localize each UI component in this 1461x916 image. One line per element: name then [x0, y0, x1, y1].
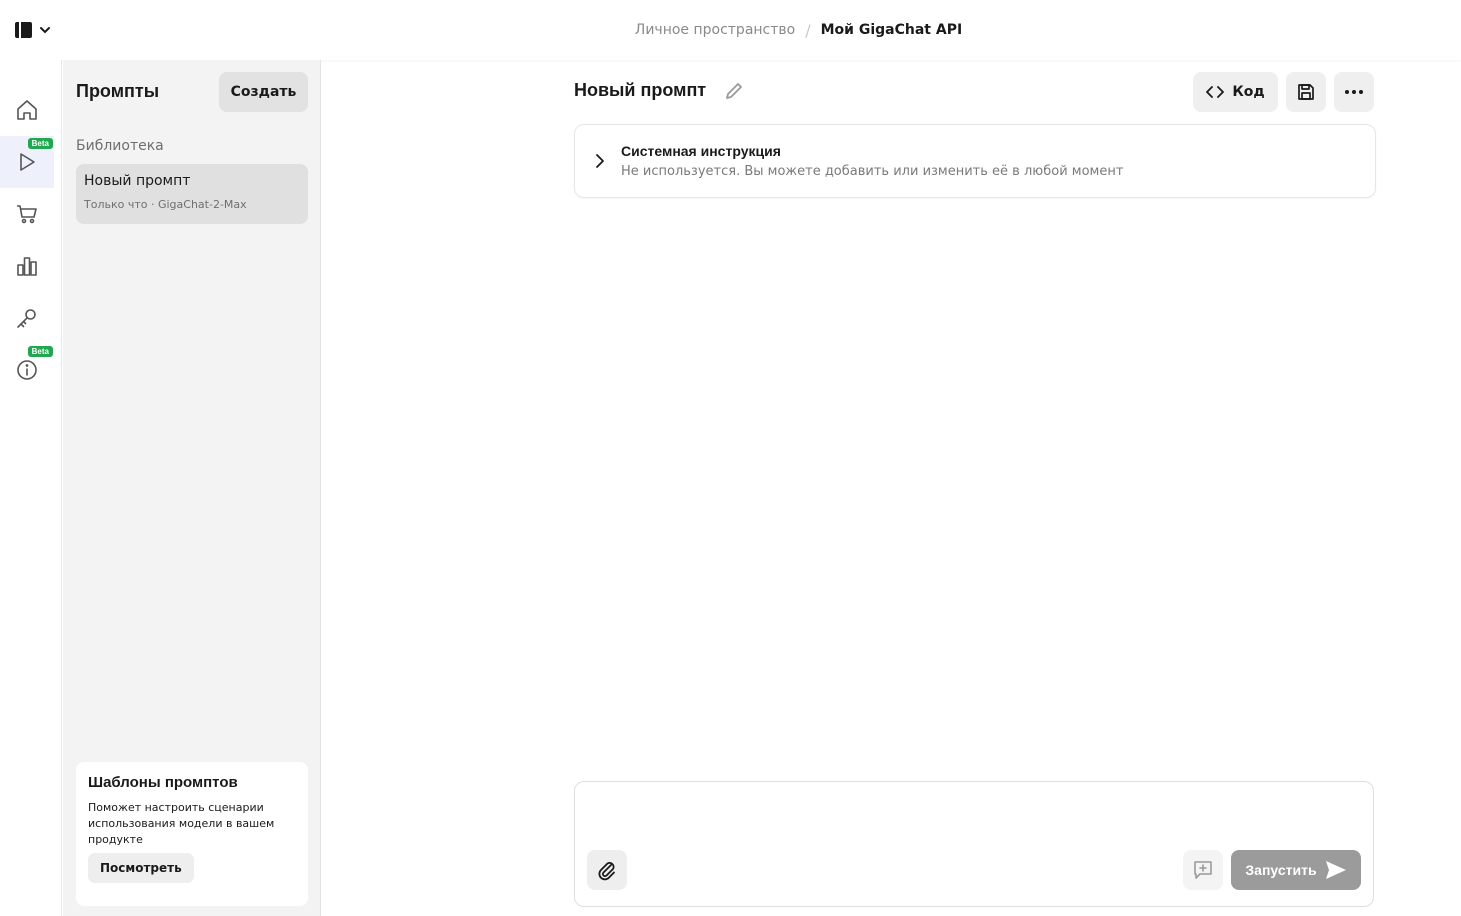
prompts-panel: Промпты Создать Библиотека Новый промпт … [63, 60, 321, 916]
system-instruction-title: Системная инструкция [621, 143, 781, 159]
templates-title: Шаблоны промптов [88, 774, 238, 791]
rail-item-keys[interactable] [0, 292, 54, 344]
save-icon [1298, 84, 1314, 100]
breadcrumb-separator: / [805, 20, 811, 40]
templates-card: Шаблоны промптов Поможет настроить сцена… [76, 762, 308, 906]
code-button-label: Код [1232, 84, 1265, 100]
pencil-icon [726, 83, 742, 99]
add-message-button[interactable] [1183, 850, 1223, 890]
more-options-button[interactable] [1334, 72, 1374, 112]
prompt-list-item[interactable]: Новый промпт Только что · GigaChat-2-Max [76, 164, 308, 224]
templates-description: Поможет настроить сценарии использования… [88, 801, 275, 846]
add-comment-icon [1194, 861, 1212, 879]
nav-rail: Beta Beta [0, 60, 62, 916]
beta-badge: Beta [27, 346, 53, 357]
edit-title-button[interactable] [723, 80, 745, 102]
breadcrumb-parent[interactable]: Личное пространство [635, 22, 795, 38]
attach-button[interactable] [587, 850, 627, 890]
prompt-item-title: Новый промпт [84, 173, 191, 189]
system-instruction-toggle[interactable]: Системная инструкция Не используется. Вы… [574, 124, 1376, 198]
code-button[interactable]: Код [1193, 72, 1278, 112]
more-horizontal-icon [1345, 90, 1363, 94]
cart-icon [17, 205, 37, 224]
breadcrumb: Личное пространство / Мой GigaChat API [0, 0, 1461, 60]
rail-item-store[interactable] [0, 188, 54, 240]
send-icon [1325, 861, 1346, 879]
breadcrumb-current: Мой GigaChat API [820, 22, 963, 38]
top-bar: Личное пространство / Мой GigaChat API [0, 0, 1461, 60]
chevron-right-icon [596, 154, 604, 168]
play-icon [20, 153, 35, 171]
message-input[interactable] [589, 794, 1359, 848]
info-icon [17, 360, 37, 380]
save-button[interactable] [1286, 72, 1326, 112]
home-icon [17, 100, 37, 120]
rail-item-info[interactable]: Beta [0, 344, 54, 396]
run-button-label: Запустить [1245, 862, 1317, 878]
panel-title: Промпты [76, 81, 160, 101]
rail-item-home[interactable] [0, 84, 54, 136]
run-button[interactable]: Запустить [1231, 850, 1361, 890]
message-composer: Запустить [574, 781, 1374, 907]
prompt-item-subtitle: Только что · GigaChat-2-Max [84, 198, 247, 211]
code-icon [1206, 86, 1225, 98]
system-instruction-subtitle: Не используется. Вы можете добавить или … [621, 164, 1124, 179]
rail-item-analytics[interactable] [0, 240, 54, 292]
paperclip-icon [598, 862, 615, 881]
library-label: Библиотека [76, 138, 164, 154]
view-templates-button[interactable]: Посмотреть [88, 853, 194, 883]
create-button[interactable]: Создать [219, 72, 308, 112]
key-icon [17, 309, 36, 328]
prompt-title: Новый промпт [574, 80, 707, 100]
rail-item-playground[interactable]: Beta [0, 136, 54, 188]
bar-chart-icon [17, 257, 37, 276]
beta-badge: Beta [27, 138, 53, 149]
